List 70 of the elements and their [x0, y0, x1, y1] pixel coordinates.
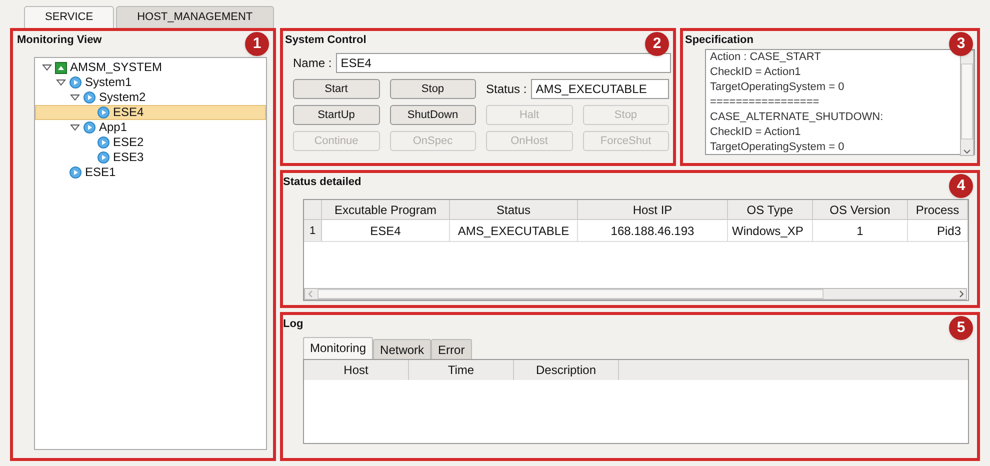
column-header[interactable]: OS Version — [813, 200, 908, 219]
spec-line: CheckID = Action1 — [710, 125, 802, 140]
tree-label: System2 — [99, 91, 146, 104]
play-circle-icon — [83, 121, 96, 134]
spec-line: CASE_ALTERNATE_SHUTDOWN: — [710, 110, 884, 125]
tab[interactable]: HOST_MANAGEMENT — [116, 6, 274, 28]
tree-item[interactable]: ESE4 — [35, 105, 266, 120]
table-cell: Windows_XP — [728, 220, 813, 241]
tab[interactable]: Network — [373, 339, 432, 359]
tree-item[interactable]: ESE2 — [35, 135, 266, 150]
spec-line: TargetOperatingSystem = 0 — [710, 80, 846, 95]
number-badge: 4 — [949, 174, 973, 198]
play-circle-icon — [97, 151, 110, 164]
spec-line: ================= — [710, 95, 820, 110]
control-button[interactable]: ShutDown — [390, 105, 476, 125]
column-header[interactable]: OS Type — [728, 200, 813, 219]
panel-title: System Control — [285, 33, 366, 48]
panel-title: Specification — [685, 33, 754, 48]
tree-item[interactable]: ESE1 — [35, 165, 266, 180]
spec-line: Action : CASE_START — [710, 50, 822, 65]
row-number: 1 — [304, 220, 322, 241]
tree-label: ESE4 — [113, 106, 144, 119]
table-cell: 1 — [813, 220, 908, 241]
spec-line: TargetOperatingSystem = 0 — [710, 140, 846, 154]
tab[interactable]: Error — [431, 339, 472, 359]
table-cell: AMS_EXECUTABLE — [450, 220, 578, 241]
panel-title: Monitoring View — [17, 33, 102, 48]
play-circle-icon — [69, 76, 82, 89]
tree-label: ESE3 — [113, 151, 144, 164]
tree-item[interactable]: System1 — [35, 75, 266, 90]
tree-item[interactable]: App1 — [35, 120, 266, 135]
tab[interactable]: SERVICE — [24, 6, 114, 28]
panel-title: Status detailed — [283, 175, 362, 190]
panel-title: Log — [283, 317, 304, 332]
play-circle-icon — [97, 136, 110, 149]
tree-label: App1 — [99, 121, 128, 134]
tree-label: System1 — [85, 76, 132, 89]
name-field[interactable]: ESE4 — [336, 53, 671, 73]
expanded-icon[interactable] — [56, 78, 66, 87]
field-label: Name : — [293, 55, 332, 72]
system-icon — [55, 62, 67, 74]
tree-item[interactable]: AMSM_SYSTEM — [35, 60, 266, 75]
tab[interactable]: Monitoring — [303, 337, 374, 359]
play-circle-icon — [97, 106, 110, 119]
spec-line: CheckID = Action1 — [710, 65, 802, 80]
column-header[interactable]: Host IP — [578, 200, 728, 219]
expanded-icon[interactable] — [70, 123, 80, 132]
number-badge: 3 — [949, 32, 973, 56]
tree-item[interactable]: ESE3 — [35, 150, 266, 165]
table-cell: Pid3 — [908, 220, 968, 241]
table-cell: 168.188.46.193 — [578, 220, 728, 241]
expanded-icon[interactable] — [70, 93, 80, 102]
tree-label: ESE2 — [113, 136, 144, 149]
table-cell: ESE4 — [322, 220, 450, 241]
column-header[interactable]: Excutable Program — [322, 200, 450, 219]
field-label: Status : — [486, 81, 527, 98]
status-field[interactable]: AMS_EXECUTABLE — [530, 79, 669, 99]
play-circle-icon — [69, 166, 82, 179]
tree-item[interactable]: System2 — [35, 90, 266, 105]
control-button[interactable]: Stop — [390, 79, 476, 99]
control-button[interactable]: StartUp — [293, 105, 380, 125]
tree-label: AMSM_SYSTEM — [70, 61, 162, 74]
column-header[interactable]: Status — [450, 200, 578, 219]
control-button[interactable]: Start — [293, 79, 380, 99]
column-header[interactable]: Process — [908, 200, 968, 219]
play-circle-icon — [83, 91, 96, 104]
expanded-icon[interactable] — [42, 63, 52, 72]
number-badge: 1 — [245, 32, 269, 56]
tree-label: ESE1 — [85, 166, 116, 179]
number-badge: 5 — [949, 316, 973, 340]
